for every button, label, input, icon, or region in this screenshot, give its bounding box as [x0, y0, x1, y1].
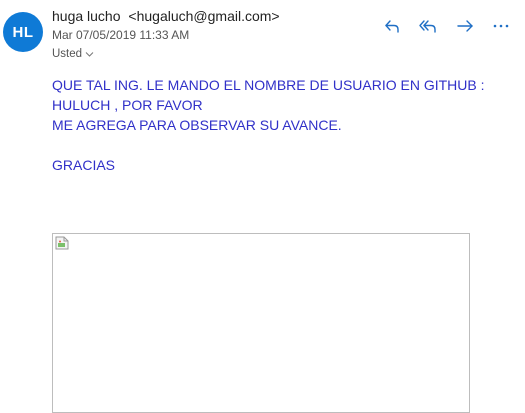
message-actions [375, 15, 519, 37]
reply-icon[interactable] [375, 15, 411, 37]
recipients-row[interactable]: Usted [52, 47, 280, 61]
reply-all-icon[interactable] [411, 15, 447, 37]
inline-image[interactable] [52, 233, 470, 413]
more-icon[interactable] [483, 15, 519, 37]
sender-email: <hugaluch@gmail.com> [128, 8, 280, 24]
avatar[interactable]: HL [3, 12, 43, 52]
message-line: ME AGREGA PARA OBSERVAR SU AVANCE. [52, 117, 342, 133]
message-header: huga lucho <hugaluch@gmail.com> Mar 07/0… [52, 7, 280, 61]
sender[interactable]: huga lucho <hugaluch@gmail.com> [52, 7, 280, 25]
forward-icon[interactable] [447, 15, 483, 37]
recipient-label: Usted [52, 48, 83, 60]
message-line: GRACIAS [52, 157, 116, 173]
broken-image-icon [55, 236, 69, 250]
sender-name: huga lucho [52, 8, 121, 24]
sent-date: Mar 07/05/2019 11:33 AM [52, 28, 190, 42]
message-line: QUE TAL ING. LE MANDO EL NOMBRE DE USUAR… [52, 77, 485, 93]
message-body: QUE TAL ING. LE MANDO EL NOMBRE DE USUAR… [52, 75, 485, 175]
chevron-down-icon[interactable] [85, 51, 94, 58]
avatar-initials: HL [12, 23, 34, 41]
message-line: HULUCH , POR FAVOR [52, 97, 203, 113]
